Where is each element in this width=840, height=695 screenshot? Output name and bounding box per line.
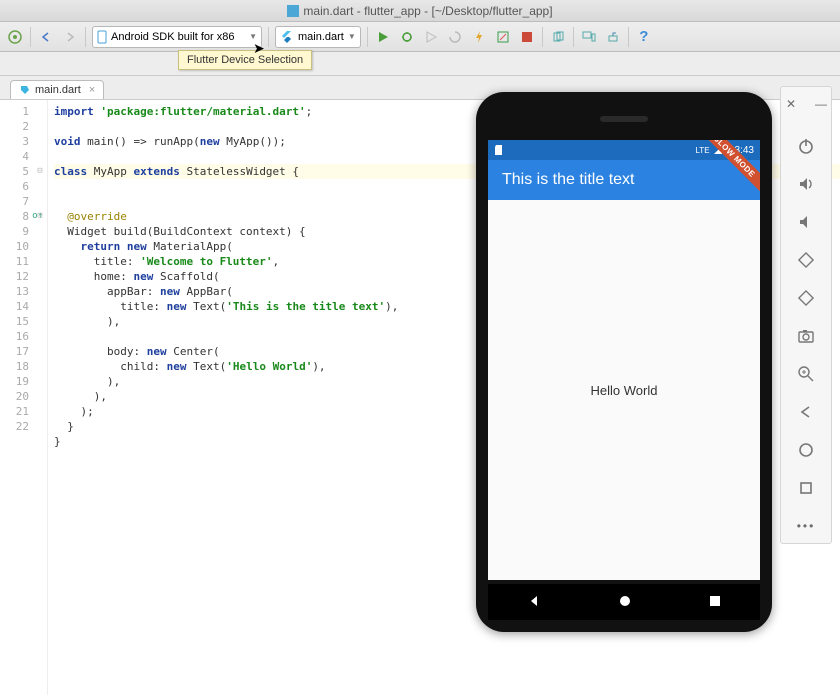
window-title: main.dart - flutter_app - [~/Desktop/flu… bbox=[303, 4, 552, 18]
android-emulator: LTE 3:43 This is the title text SLOW MOD… bbox=[476, 92, 772, 632]
help-button[interactable]: ? bbox=[635, 28, 653, 46]
emu-back-icon[interactable] bbox=[795, 401, 817, 423]
window-title-bar: main.dart - flutter_app - [~/Desktop/flu… bbox=[0, 0, 840, 22]
emu-minimize-icon[interactable]: — bbox=[810, 93, 832, 115]
chevron-down-icon: ▼ bbox=[348, 32, 356, 41]
body-text: Hello World bbox=[591, 383, 658, 398]
android-nav-bar bbox=[488, 584, 760, 620]
close-tab-icon[interactable]: × bbox=[89, 84, 95, 96]
nav-home-icon[interactable] bbox=[618, 594, 632, 611]
flash-button[interactable] bbox=[470, 28, 488, 46]
sdk-manager-button[interactable] bbox=[604, 28, 622, 46]
sd-card-icon bbox=[494, 144, 504, 156]
rotate-left-icon[interactable] bbox=[795, 249, 817, 271]
run-config-dropdown[interactable]: main.dart ▼ bbox=[275, 26, 361, 48]
device-tooltip: Flutter Device Selection bbox=[178, 50, 312, 70]
nav-back-button[interactable] bbox=[37, 28, 55, 46]
nav-forward-button[interactable] bbox=[61, 28, 79, 46]
emu-overview-icon[interactable] bbox=[795, 477, 817, 499]
nav-recent-icon[interactable] bbox=[709, 595, 721, 610]
screenshot-icon[interactable] bbox=[795, 325, 817, 347]
more-icon[interactable]: ••• bbox=[795, 515, 817, 537]
coverage-button[interactable] bbox=[422, 28, 440, 46]
dart-file-icon bbox=[19, 84, 31, 96]
app-bar: This is the title text bbox=[488, 160, 760, 200]
device-selector-dropdown[interactable]: Android SDK built for x86 ▼ bbox=[92, 26, 262, 48]
device-selector-label: Android SDK built for x86 bbox=[111, 31, 235, 43]
run-config-label: main.dart bbox=[298, 31, 344, 43]
main-toolbar: Android SDK built for x86 ▼ main.dart ▼ … bbox=[0, 22, 840, 52]
attach-agent-button[interactable] bbox=[549, 28, 567, 46]
mouse-cursor: ➤ bbox=[253, 40, 265, 57]
power-icon[interactable] bbox=[795, 135, 817, 157]
flutter-icon bbox=[280, 30, 294, 44]
run-button[interactable] bbox=[374, 28, 392, 46]
fold-icon[interactable]: ⊟ bbox=[35, 209, 45, 224]
stop-button[interactable] bbox=[518, 28, 536, 46]
network-label: LTE bbox=[695, 146, 709, 155]
hot-reload-button[interactable] bbox=[446, 28, 464, 46]
avd-manager-button[interactable] bbox=[580, 28, 598, 46]
open-devtools-button[interactable] bbox=[494, 28, 512, 46]
zoom-icon[interactable] bbox=[795, 363, 817, 385]
volume-up-icon[interactable] bbox=[795, 173, 817, 195]
phone-speaker bbox=[600, 116, 648, 122]
tab-main-dart[interactable]: main.dart × bbox=[10, 80, 104, 99]
debug-button[interactable] bbox=[398, 28, 416, 46]
file-tab-label: main.dart bbox=[35, 84, 81, 96]
phone-screen[interactable]: LTE 3:43 This is the title text SLOW MOD… bbox=[488, 140, 760, 580]
breadcrumb-bar bbox=[0, 52, 840, 76]
dart-file-icon bbox=[287, 5, 299, 17]
emu-home-icon[interactable] bbox=[795, 439, 817, 461]
emu-close-icon[interactable]: ✕ bbox=[780, 93, 802, 115]
line-number-gutter: 1 2 3 4 5 6 7 8 9 10 11 12 13 14 15 16 1… bbox=[0, 100, 48, 695]
app-bar-title: This is the title text bbox=[502, 171, 635, 189]
app-body: Hello World bbox=[488, 200, 760, 580]
phone-icon bbox=[97, 30, 107, 44]
android-icon[interactable] bbox=[6, 28, 24, 46]
phone-frame: LTE 3:43 This is the title text SLOW MOD… bbox=[476, 92, 772, 632]
emulator-controls: ✕ — ••• bbox=[780, 86, 832, 544]
nav-back-icon[interactable] bbox=[527, 594, 541, 611]
volume-down-icon[interactable] bbox=[795, 211, 817, 233]
rotate-right-icon[interactable] bbox=[795, 287, 817, 309]
fold-icon[interactable]: ⊟ bbox=[35, 164, 45, 179]
